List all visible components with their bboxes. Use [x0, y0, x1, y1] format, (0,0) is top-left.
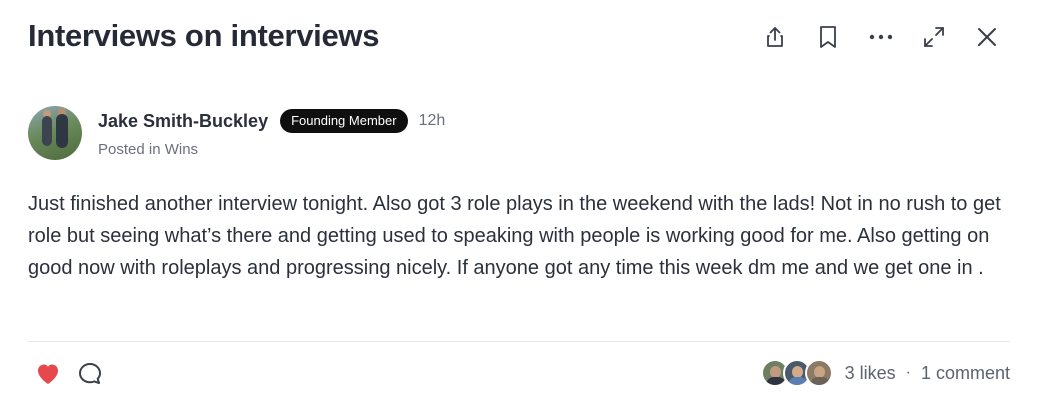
comments-count[interactable]: 1 comment: [921, 363, 1010, 384]
author-name[interactable]: Jake Smith-Buckley: [98, 111, 268, 132]
close-button[interactable]: [972, 22, 1002, 52]
close-icon: [978, 28, 996, 46]
posted-in-label: Posted in: [98, 141, 165, 158]
liker-avatars[interactable]: [760, 359, 833, 387]
engagement-summary: 3 likes · 1 comment: [760, 359, 1010, 387]
bookmark-button[interactable]: [813, 22, 843, 52]
heart-icon: [38, 364, 58, 384]
post-time: 12h: [418, 112, 446, 129]
liker-avatar: [804, 359, 833, 387]
member-badge: Founding Member: [280, 109, 408, 133]
post-toolbar: [737, 22, 1002, 52]
share-icon: [767, 27, 783, 47]
like-button[interactable]: [34, 360, 62, 388]
comment-icon: [79, 363, 101, 384]
share-button[interactable]: [760, 22, 790, 52]
more-icon: [869, 34, 893, 40]
divider: [28, 341, 1010, 342]
author-avatar[interactable]: [28, 106, 82, 160]
expand-icon: [924, 27, 944, 47]
expand-button[interactable]: [919, 22, 949, 52]
category-link[interactable]: Wins: [165, 141, 198, 158]
separator-dot: ·: [905, 364, 911, 381]
bookmark-icon: [820, 26, 836, 48]
comment-button[interactable]: [76, 360, 104, 388]
post-body: Just finished another interview tonight.…: [28, 193, 1001, 279]
likes-count[interactable]: 3 likes: [845, 363, 896, 384]
more-options-button[interactable]: [866, 22, 896, 52]
author-row: Jake Smith-Buckley Founding Member 12h P…: [28, 106, 445, 160]
post-actions: [34, 360, 118, 388]
post-title: Interviews on interviews: [28, 18, 380, 53]
author-meta: Jake Smith-Buckley Founding Member 12h P…: [98, 108, 445, 160]
posted-in: Posted in Wins: [98, 141, 445, 158]
